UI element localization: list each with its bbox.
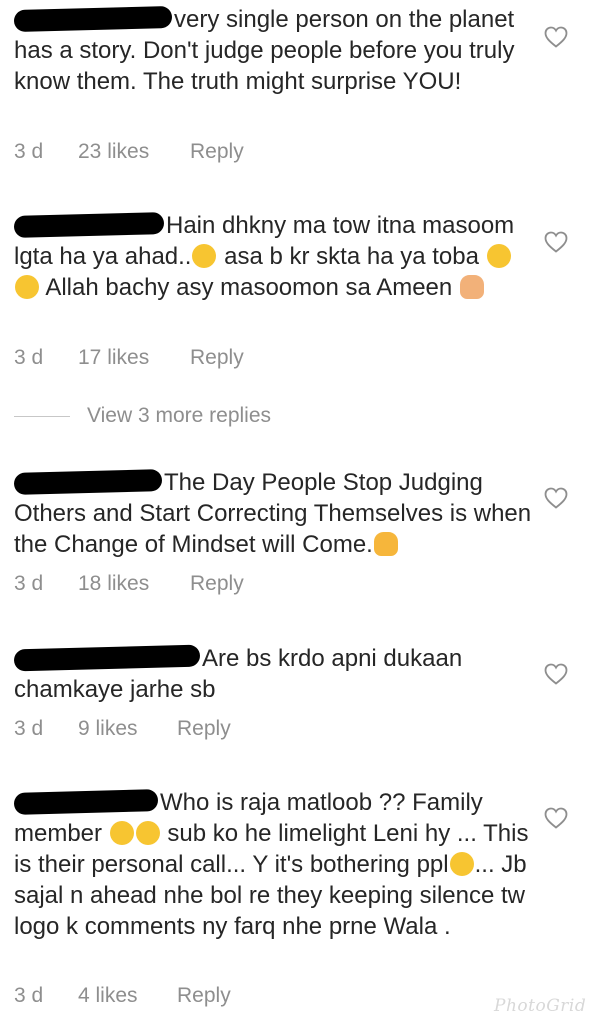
comment-body: The Day People Stop Judging Others and S… [13, 467, 534, 560]
redacted-username [13, 5, 173, 33]
comment-meta: 3 d 23 likes Reply [14, 140, 244, 164]
comment-body: Are bs krdo apni dukaan chamkaye jarhe s… [13, 643, 534, 705]
comment-meta: 3 d 17 likes Reply [14, 346, 244, 370]
comment-body: Hain dhkny ma tow itna masoom lgta ha ya… [13, 210, 534, 303]
reply-button[interactable]: Reply [177, 717, 231, 741]
heart-icon[interactable] [544, 487, 568, 509]
hushed-face-emoji [192, 244, 217, 268]
view-more-replies[interactable]: View 3 more replies [14, 404, 271, 428]
tears-of-joy-emoji [109, 821, 134, 845]
comment-meta: 3 d 4 likes Reply [14, 984, 231, 1008]
comment-time: 3 d [14, 572, 44, 595]
comment-1: very single person on the planet has a s… [13, 4, 534, 97]
comment-text-part: asa b kr skta ha ya toba [224, 243, 479, 270]
photogrid-watermark: PhotoGrid [494, 996, 587, 1016]
tears-of-joy-emoji [135, 821, 160, 845]
comment-meta: 3 d 18 likes Reply [14, 572, 244, 596]
raising-hands-emoji [373, 532, 398, 556]
comment-likes[interactable]: 9 likes [78, 717, 177, 741]
squinting-tongue-face-emoji [486, 244, 511, 268]
heart-icon[interactable] [544, 663, 568, 685]
open-hands-emoji [459, 275, 484, 299]
heart-icon[interactable] [544, 231, 568, 253]
reply-button[interactable]: Reply [190, 572, 244, 596]
comment-2: Hain dhkny ma tow itna masoom lgta ha ya… [13, 210, 534, 303]
comment-time: 3 d [14, 140, 44, 163]
reply-button[interactable]: Reply [190, 140, 244, 164]
comment-5: Who is raja matloob ?? Family member sub… [13, 787, 534, 942]
heart-icon[interactable] [544, 807, 568, 829]
eye-roll-face-emoji [15, 275, 39, 299]
redacted-username [13, 789, 159, 815]
comments-screen: very single person on the planet has a s… [0, 0, 603, 1024]
comment-likes[interactable]: 17 likes [78, 346, 190, 370]
redacted-username [13, 644, 201, 672]
redacted-username [13, 469, 163, 495]
comment-text-part: Allah bachy asy masoomon sa Ameen [45, 274, 453, 301]
heart-icon[interactable] [544, 26, 568, 48]
smirking-face-emoji [449, 852, 474, 876]
comment-time: 3 d [14, 717, 44, 740]
reply-button[interactable]: Reply [190, 346, 244, 370]
comment-likes[interactable]: 18 likes [78, 572, 190, 596]
comment-3: The Day People Stop Judging Others and S… [13, 467, 534, 560]
comment-time: 3 d [14, 346, 44, 369]
comment-likes[interactable]: 23 likes [78, 140, 190, 164]
comment-likes[interactable]: 4 likes [78, 984, 177, 1008]
comment-4: Are bs krdo apni dukaan chamkaye jarhe s… [13, 643, 534, 705]
comment-time: 3 d [14, 984, 44, 1007]
comment-body: Who is raja matloob ?? Family member sub… [13, 787, 534, 942]
comment-body: very single person on the planet has a s… [13, 4, 534, 97]
reply-button[interactable]: Reply [177, 984, 231, 1008]
redacted-username [13, 212, 165, 238]
comment-meta: 3 d 9 likes Reply [14, 717, 231, 741]
view-more-label[interactable]: View 3 more replies [87, 404, 271, 428]
divider-line [14, 415, 70, 417]
